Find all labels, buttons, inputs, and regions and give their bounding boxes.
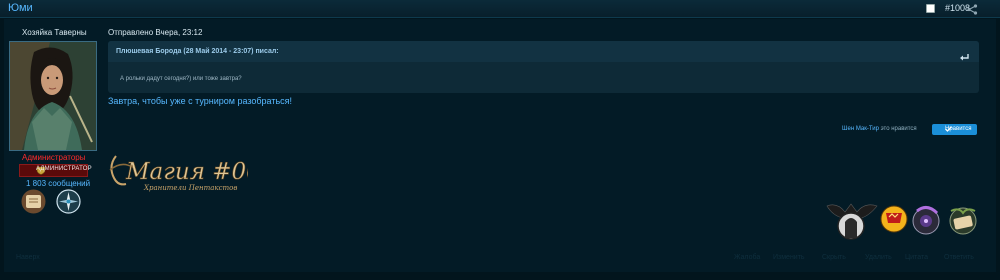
wizard-gift-icon[interactable] xyxy=(911,203,943,240)
post-select-checkbox[interactable] xyxy=(926,4,935,13)
likers-text: Шен Мак-Тир это нравится xyxy=(842,126,917,132)
quote-block: Плюшевая Борода (28 Май 2014 - 23:07) пи… xyxy=(108,41,979,93)
share-icon[interactable] xyxy=(967,2,978,20)
signature-sub-text: Хранители Пентакстов xyxy=(143,184,237,192)
superhero-gift-icon[interactable] xyxy=(880,203,908,238)
group-name: Администраторы xyxy=(22,153,86,162)
hide-link[interactable]: Скрыть xyxy=(822,254,846,261)
signature-main-text: Магия #004 xyxy=(125,159,248,185)
avatar[interactable] xyxy=(9,41,97,151)
back-to-top-link[interactable]: Наверх xyxy=(16,254,40,261)
like-button-label: Нравится xyxy=(945,126,972,132)
quote-link[interactable]: Цитата xyxy=(905,254,928,261)
like-button[interactable]: Нравится xyxy=(932,124,977,135)
delete-link[interactable]: Удалить xyxy=(865,254,892,261)
quote-header: Плюшевая Борода (28 Май 2014 - 23:07) пи… xyxy=(108,41,979,62)
posted-date: Отправлено Вчера, 23:12 xyxy=(108,28,203,37)
post-header-bar: Юми #1008 xyxy=(0,0,1000,18)
post-footer-links: Наверх Жалоба Изменить Скрыть Удалить Ци… xyxy=(0,254,1000,264)
group-badge: АДМИНИСТРАТОР xyxy=(19,164,92,177)
post-title[interactable]: Юми xyxy=(8,2,33,14)
reply-link[interactable]: Ответить xyxy=(944,254,974,261)
return-arrow-icon[interactable] xyxy=(960,49,970,67)
group-badge-label: АДМИНИСТРАТОР xyxy=(36,166,92,172)
quote-citation[interactable]: Плюшевая Борода (28 Май 2014 - 23:07) пи… xyxy=(116,48,279,55)
quote-text: А рольки дадут сегодня?) или тоже завтра… xyxy=(120,76,242,82)
edit-link[interactable]: Изменить xyxy=(773,254,805,261)
author-title: Хозяйка Таверны xyxy=(22,28,87,37)
dark-lord-gift-icon[interactable] xyxy=(823,200,881,247)
compass-award-icon[interactable] xyxy=(56,189,81,219)
likers-suffix: это нравится xyxy=(878,126,917,132)
report-link[interactable]: Жалоба xyxy=(734,254,760,261)
map-gift-icon[interactable] xyxy=(947,205,979,240)
liker-name[interactable]: Шен Мак-Тир xyxy=(842,126,879,132)
scroll-award-icon[interactable] xyxy=(21,189,46,219)
post-body-text: Завтра, чтобы уже с турниром разобраться… xyxy=(108,96,293,106)
post-count[interactable]: 1 803 сообщений xyxy=(26,179,90,188)
signature-logo: Магия #004 Хранители Пентакстов xyxy=(108,150,276,199)
